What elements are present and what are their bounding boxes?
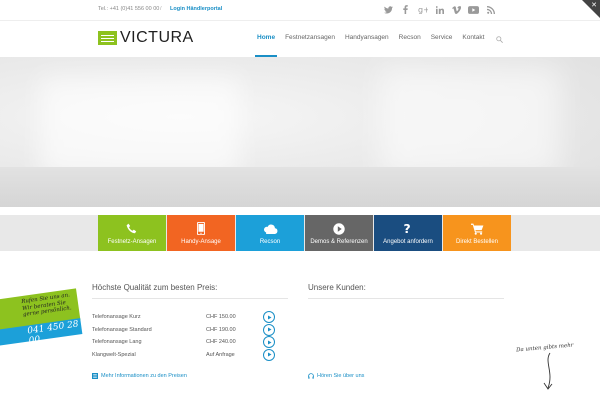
customers-title: Unsere Kunden: — [308, 283, 504, 299]
rss-icon[interactable] — [484, 3, 497, 16]
list-icon — [92, 373, 98, 379]
facebook-icon[interactable] — [399, 3, 412, 16]
play-icon — [333, 222, 345, 236]
nav-item-home[interactable]: Home — [252, 21, 280, 57]
pricing-title: Höchste Qualität zum besten Preis: — [92, 283, 288, 299]
top-bar: Tel.: +41 (0)41 556 00 00 / Login Händle… — [0, 0, 600, 21]
play-icon[interactable] — [263, 323, 275, 336]
nav-item-kontakt[interactable]: Kontakt — [457, 21, 489, 57]
logo[interactable]: VICTURA — [98, 29, 194, 47]
phone-number: Tel.: +41 (0)41 556 00 00 — [98, 6, 160, 12]
customers-section: Unsere Kunden: — [308, 283, 504, 311]
category-tiles: Festnetz-Ansagen Handy-Ansage Recson Dem… — [98, 215, 512, 251]
tile-label: Angebot anfordern — [383, 238, 433, 245]
mobile-icon — [197, 222, 205, 236]
svg-text:?: ? — [403, 222, 410, 235]
price-row: Klangwelt-Spezial Auf Anfrage — [92, 348, 288, 362]
tile-label: Handy-Ansage — [181, 238, 221, 245]
arrow-down-icon — [543, 352, 553, 390]
tile-label: Direkt Bestellen — [455, 238, 499, 245]
tile-handy-ansage[interactable]: Handy-Ansage — [167, 215, 235, 251]
twitter-icon[interactable] — [382, 3, 395, 16]
nav-item-service[interactable]: Service — [426, 21, 458, 57]
play-icon[interactable] — [263, 336, 275, 349]
topbar-separator: / — [160, 6, 162, 12]
googleplus-icon[interactable]: g+ — [416, 3, 429, 16]
vimeo-icon[interactable] — [450, 3, 463, 16]
tile-label: Demos & Referenzen — [310, 238, 368, 245]
login-link[interactable]: Login Händlerportal — [170, 6, 222, 12]
search-icon[interactable] — [493, 21, 505, 57]
tile-festnetz-ansagen[interactable]: Festnetz-Ansagen — [98, 215, 166, 251]
question-icon: ? — [403, 222, 413, 236]
nav-item-recson[interactable]: Recson — [394, 21, 426, 57]
nav-item-handyansagen[interactable]: Handyansagen — [340, 21, 394, 57]
logo-badge — [98, 31, 117, 45]
phone-icon — [126, 222, 138, 236]
cloud-icon — [263, 222, 278, 236]
social-links: g+ — [382, 3, 497, 16]
svg-text:g+: g+ — [418, 6, 428, 15]
tile-label: Recson — [259, 238, 281, 245]
play-icon[interactable] — [263, 348, 275, 361]
tile-demos-referenzen[interactable]: Demos & Referenzen — [305, 215, 373, 251]
price-row: Telefonansage Standard CHF 190.00 — [92, 323, 288, 337]
listen-link[interactable]: Hören Sie über uns — [308, 373, 364, 379]
play-icon[interactable] — [263, 311, 275, 324]
tile-direkt-bestellen[interactable]: Direkt Bestellen — [443, 215, 511, 251]
youtube-icon[interactable] — [467, 3, 480, 16]
pricing-info-link[interactable]: Mehr Informationen zu den Preisen — [92, 373, 187, 379]
close-icon[interactable]: ✕ — [591, 1, 597, 9]
call-us-sticker: Rufen Sie uns an. Wir beraten Sie gerne … — [0, 288, 83, 351]
tile-angebot-anfordern[interactable]: ? Angebot anfordern — [374, 215, 442, 251]
hero-banner — [0, 57, 600, 207]
cart-icon — [470, 222, 484, 236]
linkedin-icon[interactable] — [433, 3, 446, 16]
nav-item-festnetzansagen[interactable]: Festnetzansagen — [280, 21, 340, 57]
headphones-icon — [308, 373, 314, 379]
tile-recson[interactable]: Recson — [236, 215, 304, 251]
main-header: VICTURA Home Festnetzansagen Handyansage… — [0, 21, 600, 57]
price-row: Telefonansage Lang CHF 240.00 — [92, 336, 288, 349]
price-row: Telefonansage Kurz CHF 150.00 — [92, 311, 288, 324]
main-nav: Home Festnetzansagen Handyansagen Recson… — [252, 21, 505, 57]
tile-label: Festnetz-Ansagen — [107, 238, 157, 245]
pricing-section: Höchste Qualität zum besten Preis: Telef… — [92, 283, 288, 361]
logo-text: VICTURA — [120, 29, 194, 46]
